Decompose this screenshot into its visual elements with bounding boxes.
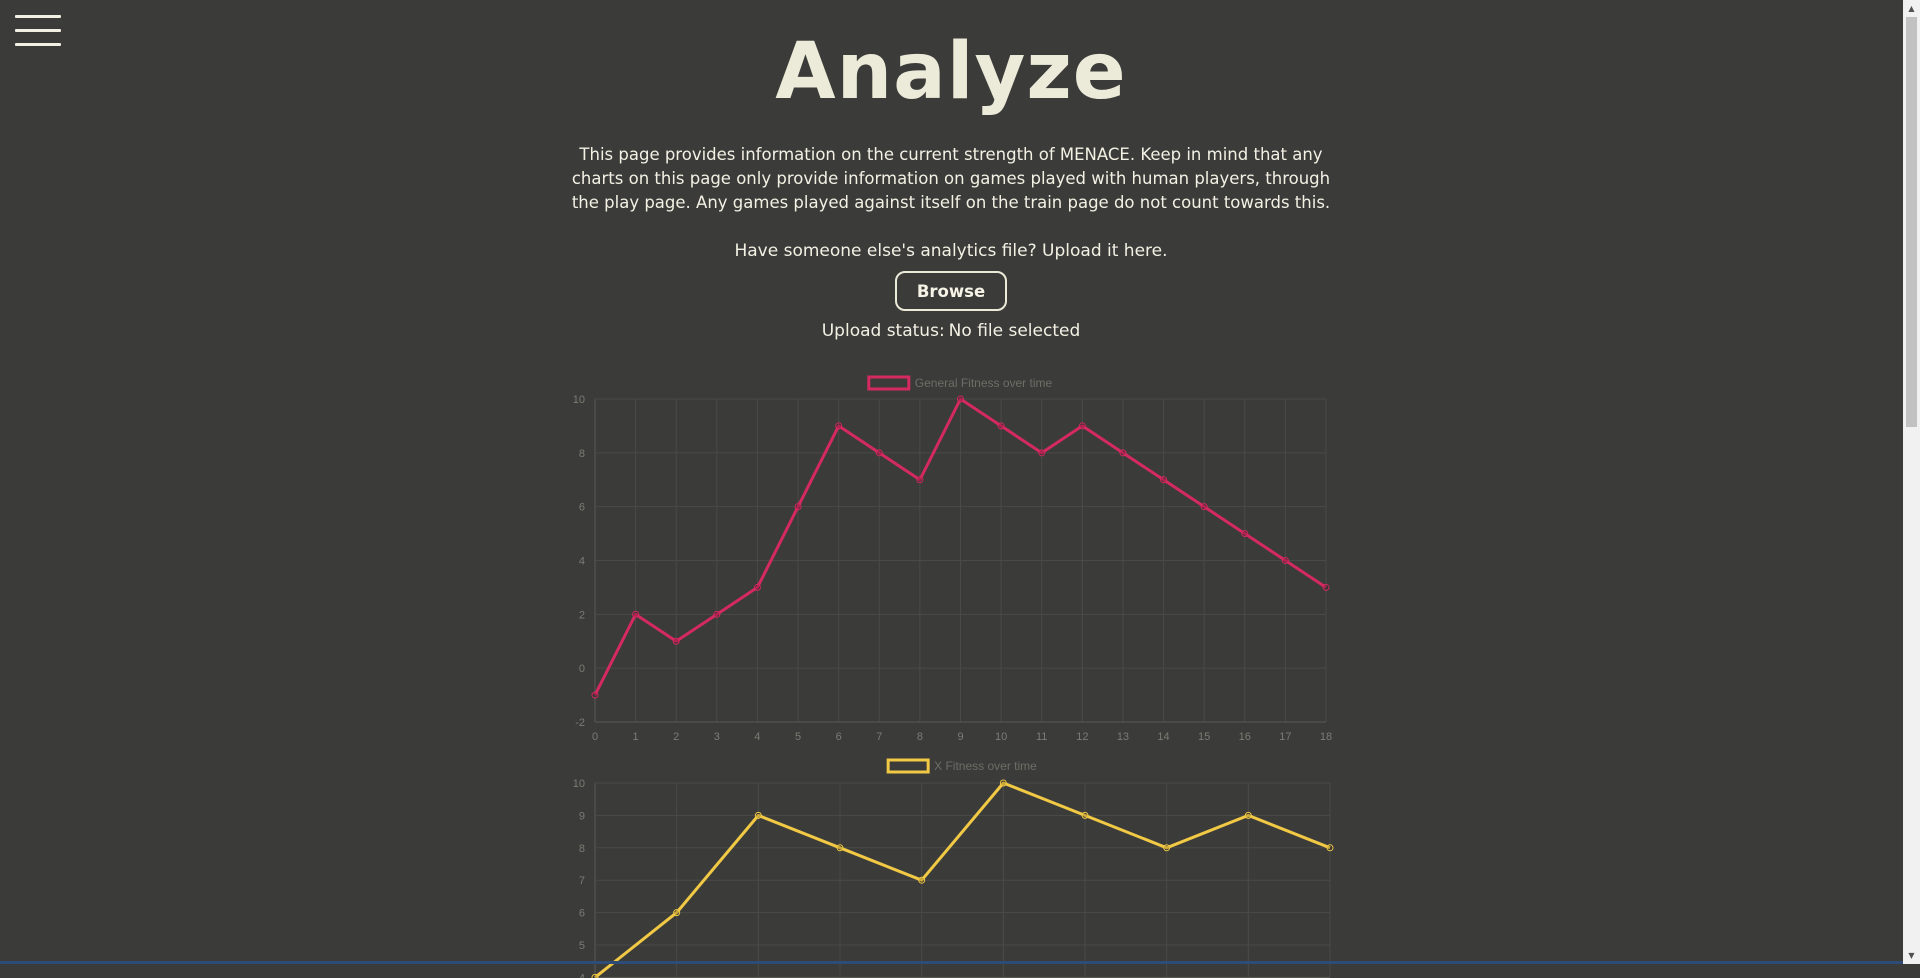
x-fitness-y-tick-label: 5 — [579, 940, 585, 952]
x-fitness-data-point[interactable] — [1081, 811, 1089, 819]
main-content: Analyze This page provides information o… — [0, 0, 1902, 343]
x-fitness-y-tick-label: 8 — [579, 843, 585, 855]
general-fitness-x-tick-label: 5 — [795, 731, 801, 743]
general-fitness-x-tick-label: 4 — [754, 731, 760, 743]
general-fitness-data-point[interactable] — [1119, 449, 1127, 457]
browse-button[interactable]: Browse — [895, 271, 1007, 311]
general-fitness-x-tick-label: 18 — [1320, 731, 1332, 743]
scroll-thumb[interactable] — [1906, 17, 1917, 427]
x-fitness-data-point[interactable] — [754, 811, 762, 819]
general-fitness-x-tick-label: 3 — [714, 731, 720, 743]
x-fitness-data-point[interactable] — [1326, 844, 1334, 852]
x-fitness-legend-swatch — [886, 758, 930, 774]
page-title: Analyze — [775, 27, 1127, 117]
general-fitness-y-tick-label: 2 — [579, 609, 585, 621]
x-fitness-y-tick-label: 6 — [579, 908, 585, 920]
x-fitness-y-tick-label: 10 — [573, 778, 585, 790]
x-fitness-data-point[interactable] — [999, 779, 1007, 787]
x-fitness-data-point[interactable] — [1163, 844, 1171, 852]
general-fitness-data-point[interactable] — [632, 610, 640, 618]
x-fitness-data-point[interactable] — [673, 909, 681, 917]
general-fitness-data-point[interactable] — [1241, 530, 1249, 538]
general-fitness-x-tick-label: 7 — [876, 731, 882, 743]
x-fitness-data-point[interactable] — [1244, 811, 1252, 819]
x-fitness-y-tick-label: 7 — [579, 875, 585, 887]
general-fitness-y-tick-label: -2 — [575, 717, 585, 729]
general-fitness-data-point[interactable] — [794, 503, 802, 511]
scroll-up-arrow-icon[interactable]: ▲ — [1903, 0, 1920, 17]
upload-status: Upload status: No file selected — [0, 319, 1902, 343]
general-fitness-data-point[interactable] — [916, 476, 924, 484]
x-fitness-legend-label: X Fitness over time — [934, 759, 1037, 773]
x-fitness-y-tick-label: 9 — [579, 810, 585, 822]
x-fitness-chart: 4 5 6 7 8 9 10 X Fitness over time — [573, 758, 1334, 978]
general-fitness-x-tick-label: 8 — [917, 731, 923, 743]
general-fitness-x-tick-label: 9 — [957, 731, 963, 743]
general-fitness-y-tick-label: 4 — [579, 556, 585, 568]
intro-text: This page provides information on the cu… — [571, 145, 1331, 212]
general-fitness-data-point[interactable] — [835, 422, 843, 430]
general-fitness-x-tick-label: 10 — [995, 731, 1007, 743]
general-fitness-x-tick-label: 11 — [1036, 731, 1047, 743]
upload-status-label: Upload status: — [821, 321, 945, 341]
general-fitness-x-tick-label: 16 — [1239, 731, 1251, 743]
scrollbar[interactable]: ▲ ▼ — [1903, 0, 1920, 964]
general-fitness-y-tick-label: 0 — [579, 663, 585, 675]
upload-prompt: Have someone else's analytics file? Uplo… — [734, 241, 1168, 261]
general-fitness-data-point[interactable] — [1200, 503, 1208, 511]
general-fitness-data-point[interactable] — [753, 583, 761, 591]
general-fitness-legend-label: General Fitness over time — [915, 376, 1053, 390]
general-fitness-data-point[interactable] — [957, 395, 964, 403]
general-fitness-legend[interactable]: General Fitness over time — [867, 375, 1053, 391]
x-fitness-data-point[interactable] — [591, 973, 599, 978]
general-fitness-x-tick-label: 15 — [1198, 731, 1210, 743]
x-fitness-data-point[interactable] — [836, 844, 844, 852]
general-fitness-data-point[interactable] — [591, 691, 599, 699]
x-fitness-data-point[interactable] — [918, 876, 926, 884]
general-fitness-y-tick-label: 6 — [579, 502, 585, 514]
general-fitness-y-tick-label: 10 — [573, 394, 585, 406]
general-fitness-x-tick-label: 0 — [592, 731, 598, 743]
general-fitness-x-tick-label: 13 — [1117, 731, 1129, 743]
general-fitness-y-tick-label: 8 — [579, 448, 585, 460]
general-fitness-x-tick-label: 17 — [1279, 731, 1291, 743]
x-fitness-y-tick-label: 4 — [579, 972, 585, 978]
scroll-down-arrow-icon[interactable]: ▼ — [1903, 947, 1920, 964]
general-fitness-x-tick-label: 12 — [1076, 731, 1088, 743]
x-fitness-legend[interactable]: X Fitness over time — [886, 758, 1037, 774]
general-fitness-data-point[interactable] — [1078, 422, 1086, 430]
general-fitness-x-tick-label: 14 — [1157, 731, 1169, 743]
upload-status-value: No file selected — [948, 321, 1081, 341]
general-fitness-data-point[interactable] — [1322, 583, 1330, 591]
general-fitness-data-point[interactable] — [875, 449, 883, 457]
general-fitness-legend-swatch — [867, 375, 911, 391]
general-fitness-x-tick-label: 1 — [633, 731, 639, 743]
general-fitness-chart: -202468100 1 2 3 4 5 6 7 8 9 10 11 12 13 14 15 16 17 18Gen… — [573, 375, 1332, 743]
general-fitness-data-point[interactable] — [1038, 449, 1046, 457]
general-fitness-x-tick-label: 6 — [836, 731, 842, 743]
general-fitness-data-point[interactable] — [1160, 476, 1168, 484]
general-fitness-x-tick-label: 2 — [673, 731, 679, 743]
general-fitness-data-point[interactable] — [672, 637, 680, 645]
general-fitness-data-point[interactable] — [997, 422, 1005, 430]
general-fitness-data-point[interactable] — [1281, 557, 1289, 564]
general-fitness-data-point[interactable] — [713, 610, 721, 618]
